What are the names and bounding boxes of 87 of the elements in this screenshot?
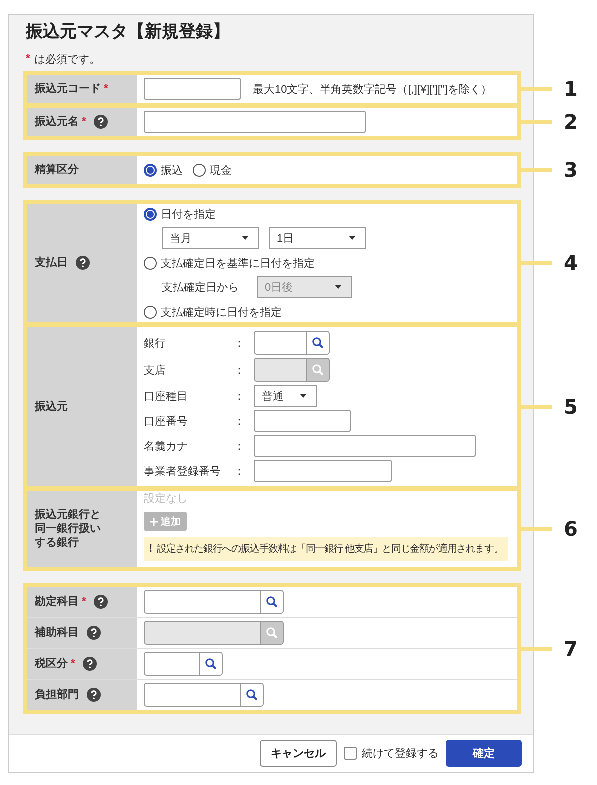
text-field[interactable] (254, 460, 392, 482)
search-field[interactable] (144, 652, 199, 676)
search-button[interactable] (306, 331, 330, 355)
field-label: 振込元 (35, 400, 68, 414)
required-mark: * (71, 657, 76, 671)
field-label: 振込元銀行と同一銀行扱いする銀行 (35, 508, 102, 550)
help-icon[interactable] (94, 115, 108, 129)
dropdown[interactable]: 1日 (269, 227, 366, 249)
radio-label: 現金 (210, 164, 232, 178)
separator: ： (234, 364, 245, 378)
text-field[interactable] (144, 111, 366, 133)
checkbox-label: 続けて登録する (362, 747, 439, 761)
field-label: 支店 (144, 364, 166, 378)
field-label: 支払日 (35, 256, 68, 270)
plus-icon (150, 518, 158, 526)
required-mark: * (82, 595, 86, 609)
field-label: 補助科目 (35, 626, 79, 640)
radio-label: 支払確定時に日付を指定 (161, 306, 282, 320)
callout-number: 4 (564, 251, 578, 275)
required-mark: * (104, 82, 108, 96)
search-icon (312, 337, 324, 349)
caret-icon (349, 236, 356, 240)
radio-button[interactable] (144, 256, 157, 270)
field-label: 税区分 (35, 657, 68, 671)
search-button[interactable] (260, 590, 284, 614)
caret-icon (300, 394, 307, 398)
radio-button[interactable] (144, 306, 157, 318)
field-label: 精算区分 (35, 163, 79, 177)
radio-button[interactable] (144, 208, 157, 220)
search-icon (246, 689, 258, 701)
notice-text: 設定された銀行への振込手数料は「同一銀行 他支店」と同じ金額が適用されます。 (156, 542, 504, 556)
separator: ： (234, 390, 245, 404)
field-label: 事業者登録番号 (144, 464, 221, 478)
field-label: 名義カナ (144, 440, 188, 454)
dropdown[interactable]: 普通 (254, 385, 317, 407)
text-field[interactable] (254, 435, 476, 457)
option-label: 支払確定日から (162, 280, 239, 294)
page-title: 振込元マスタ【新規登録】 (26, 21, 231, 43)
search-icon (266, 596, 278, 608)
separator: ： (234, 464, 245, 478)
checkbox[interactable] (344, 747, 357, 760)
dropdown[interactable]: 当月 (162, 227, 259, 249)
search-field[interactable] (144, 590, 260, 614)
field-label: 負担部門 (35, 688, 79, 702)
caret-icon (242, 236, 249, 240)
search-field[interactable] (254, 331, 306, 355)
radio-button[interactable] (144, 164, 157, 176)
field-label: 勘定科目 (35, 595, 79, 609)
search-button[interactable] (199, 652, 223, 676)
required-note: は必須です。 (34, 52, 100, 66)
search-icon (312, 364, 324, 376)
callout-number: 3 (564, 158, 578, 182)
field-label: 銀行 (144, 336, 166, 350)
callout-number: 1 (564, 77, 578, 101)
search-button[interactable] (240, 683, 264, 707)
field-label: 振込元コード (35, 82, 101, 96)
callout-number: 5 (564, 394, 578, 418)
help-icon[interactable] (94, 595, 108, 609)
separator: ： (234, 414, 245, 428)
field-hint: 最大10文字、半角英数字記号（[,][¥][']["]を除く） (253, 82, 492, 96)
field-label: 口座種目 (144, 390, 188, 404)
cancel-button[interactable]: キャンセル (260, 740, 337, 767)
confirm-button[interactable]: 確定 (446, 740, 522, 767)
search-icon (205, 658, 217, 670)
separator: ： (234, 336, 245, 350)
search-icon (266, 627, 278, 639)
callout-number: 7 (564, 636, 578, 660)
separator: ： (234, 440, 245, 454)
help-icon[interactable] (76, 256, 90, 270)
help-icon[interactable] (87, 688, 101, 702)
required-mark: * (26, 53, 30, 65)
field-label: 口座番号 (144, 414, 188, 428)
radio-label: 振込 (161, 164, 183, 178)
search-field[interactable] (144, 683, 240, 707)
radio-label: 日付を指定 (161, 208, 216, 222)
empty-text: 設定なし (144, 492, 188, 506)
radio-label: 支払確定日を基準に日付を指定 (161, 256, 315, 270)
text-field[interactable] (254, 410, 351, 432)
field-label: 振込元名 (35, 115, 79, 129)
callout-number: 6 (564, 517, 578, 541)
required-mark: * (82, 115, 86, 129)
text-field[interactable] (144, 78, 241, 100)
help-icon[interactable] (83, 657, 98, 671)
caret-icon (335, 285, 342, 289)
radio-button[interactable] (193, 164, 206, 176)
warning-mark: ! (149, 543, 152, 555)
callout-number: 2 (564, 110, 578, 134)
